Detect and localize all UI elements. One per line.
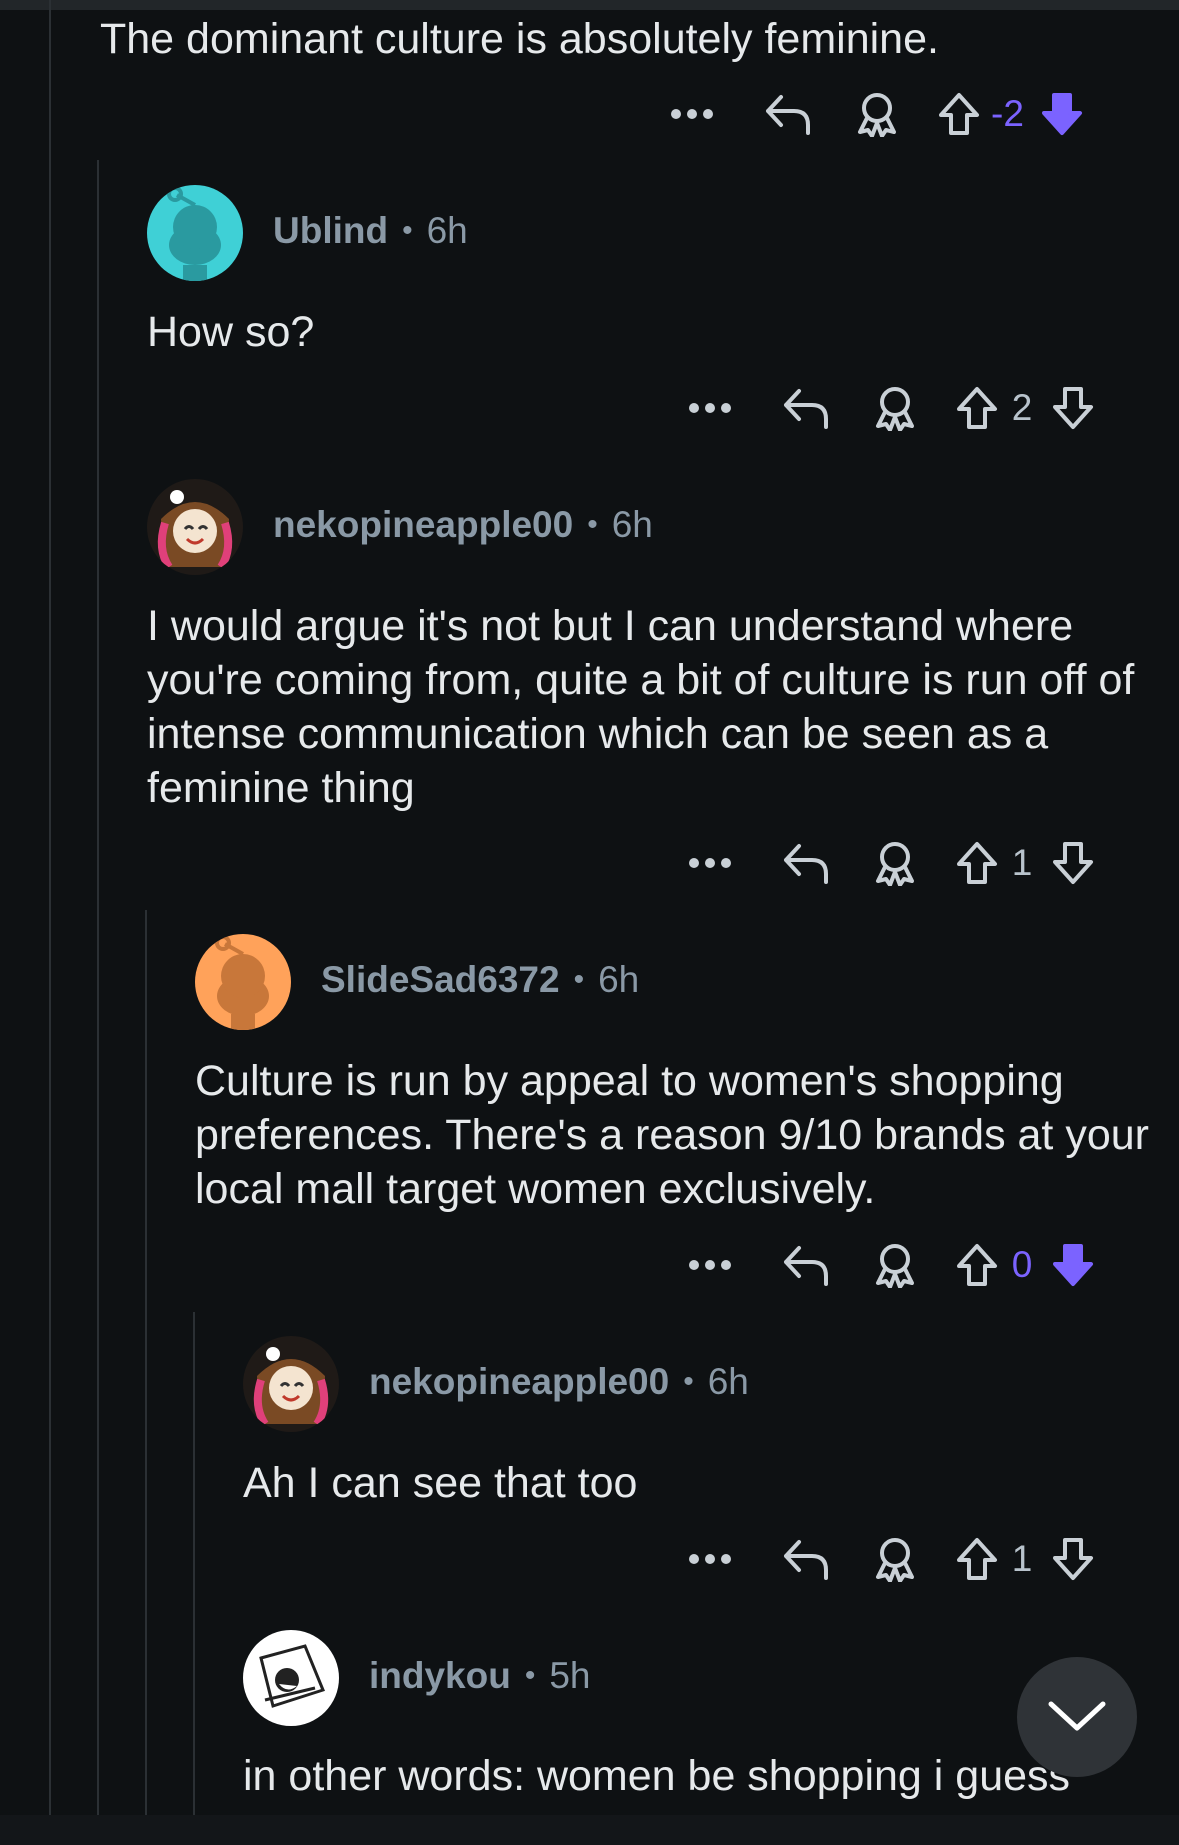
reply-button[interactable]	[781, 1529, 831, 1589]
reply-icon	[784, 389, 828, 429]
downvote-button[interactable]	[1049, 378, 1097, 438]
username[interactable]: nekopineapple00	[369, 1361, 669, 1403]
award-button[interactable]	[853, 84, 901, 144]
reply-button[interactable]	[763, 84, 813, 144]
avatar[interactable]	[147, 479, 243, 575]
username[interactable]: Ublind	[273, 210, 388, 252]
downvote-button[interactable]	[1049, 1235, 1097, 1295]
comment-meta: nekopineapple00 • 6h	[369, 1361, 749, 1403]
award-button[interactable]	[871, 833, 919, 893]
more-button[interactable]	[666, 84, 718, 144]
reply-button[interactable]	[781, 1235, 831, 1295]
comment-meta: nekopineapple00 • 6h	[273, 504, 653, 546]
comment-actions: 1	[684, 1529, 1097, 1589]
vote-score: 0	[1011, 1244, 1033, 1285]
comment-actions: 0	[684, 1235, 1097, 1295]
thread-line-level-3[interactable]	[145, 910, 147, 1815]
username[interactable]: SlideSad6372	[321, 959, 560, 1001]
comment-actions: 1	[684, 833, 1097, 893]
upvote-button[interactable]	[953, 378, 1001, 438]
reply-icon	[766, 95, 810, 135]
timestamp: 6h	[598, 959, 640, 1000]
vote-score: 1	[1011, 842, 1033, 883]
more-button[interactable]	[684, 378, 736, 438]
more-button[interactable]	[684, 1529, 736, 1589]
downvote-button[interactable]	[1049, 1529, 1097, 1589]
downvote-icon	[1053, 1538, 1093, 1580]
comment-meta: SlideSad6372 • 6h	[321, 959, 639, 1001]
timestamp: 6h	[426, 210, 468, 251]
award-icon	[876, 1244, 914, 1288]
downvote-icon	[1053, 1244, 1093, 1286]
award-button[interactable]	[871, 378, 919, 438]
upvote-icon	[957, 1244, 997, 1286]
downvote-icon	[1041, 93, 1082, 135]
bottom-bar	[0, 1815, 1179, 1845]
comment-actions: 2	[684, 378, 1097, 438]
award-button[interactable]	[871, 1235, 919, 1295]
timestamp: 6h	[707, 1361, 749, 1402]
username[interactable]: indykou	[369, 1655, 511, 1697]
vote-score: 1	[1011, 1538, 1033, 1579]
reply-button[interactable]	[781, 833, 831, 893]
timestamp: 6h	[611, 504, 653, 545]
comment-meta: indykou • 5h	[369, 1655, 591, 1697]
comment-body: The dominant culture is absolutely femin…	[100, 15, 939, 63]
award-icon	[858, 93, 896, 137]
upvote-button[interactable]	[953, 1235, 1001, 1295]
meta-separator: •	[683, 1365, 694, 1398]
avatar[interactable]	[243, 1336, 339, 1432]
comment-meta: Ublind • 6h	[273, 210, 468, 252]
jump-down-button[interactable]	[1017, 1657, 1137, 1777]
comment-body: How so?	[147, 308, 315, 356]
avatar[interactable]	[147, 185, 243, 281]
award-icon	[876, 1538, 914, 1582]
comment-body: I would argue it's not but I can underst…	[147, 602, 1135, 812]
upvote-button[interactable]	[953, 833, 1001, 893]
meta-separator: •	[524, 1659, 536, 1692]
upvote-icon	[957, 842, 997, 884]
upvote-icon	[939, 93, 979, 135]
comment-body: in other words: women be shopping i gues…	[243, 1752, 1071, 1800]
comment-body: Ah I can see that too	[243, 1459, 638, 1507]
meta-separator: •	[587, 508, 598, 541]
downvote-button[interactable]	[1038, 84, 1086, 144]
vote-score: 2	[1011, 387, 1033, 428]
upvote-button[interactable]	[953, 1529, 1001, 1589]
timestamp: 5h	[549, 1655, 591, 1696]
chevron-down-icon	[1048, 1701, 1106, 1731]
more-icon	[689, 858, 731, 868]
reply-icon	[784, 844, 828, 884]
reply-button[interactable]	[781, 378, 831, 438]
reply-icon	[784, 1246, 828, 1286]
upvote-icon	[957, 387, 997, 429]
thread-line-level-1[interactable]	[49, 0, 51, 1815]
award-icon	[876, 387, 914, 431]
upvote-icon	[957, 1538, 997, 1580]
downvote-button[interactable]	[1049, 833, 1097, 893]
more-icon	[689, 1260, 731, 1270]
thread-line-level-4[interactable]	[193, 1312, 195, 1815]
avatar[interactable]	[243, 1630, 339, 1726]
upvote-button[interactable]	[935, 84, 983, 144]
award-icon	[876, 842, 914, 886]
downvote-icon	[1053, 387, 1093, 429]
thread-line-level-2[interactable]	[97, 160, 99, 1815]
username[interactable]: nekopineapple00	[273, 504, 573, 546]
top-divider	[0, 0, 1179, 10]
more-icon	[689, 403, 731, 413]
meta-separator: •	[402, 214, 413, 247]
more-button[interactable]	[684, 833, 736, 893]
vote-score: -2	[991, 93, 1024, 134]
avatar[interactable]	[195, 934, 291, 1030]
more-button[interactable]	[684, 1235, 736, 1295]
comment-body: Culture is run by appeal to women's shop…	[195, 1057, 1149, 1213]
more-icon	[689, 1554, 731, 1564]
award-button[interactable]	[871, 1529, 919, 1589]
meta-separator: •	[573, 963, 585, 996]
downvote-icon	[1053, 842, 1093, 884]
comment-actions: -2	[666, 84, 1086, 144]
reply-icon	[784, 1540, 828, 1580]
more-icon	[671, 109, 713, 119]
